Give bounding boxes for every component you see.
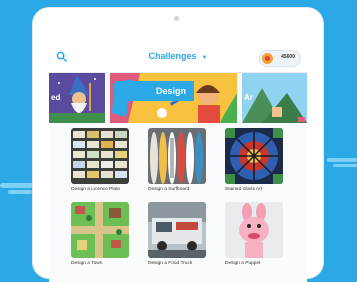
challenge-title: Design a Licence Plate bbox=[71, 187, 121, 192]
coin-count: 45600 bbox=[281, 54, 295, 60]
featured-carousel: ed Design Ar bbox=[49, 73, 307, 123]
top-bar: Challenges ▼ 45600 bbox=[49, 42, 307, 73]
carousel-slide-left[interactable]: ed bbox=[49, 73, 105, 123]
challenge-title: Design a Food Truck bbox=[148, 261, 193, 266]
background-cloud bbox=[333, 164, 357, 167]
challenge-card[interactable]: Design a Surfboard bbox=[148, 128, 206, 200]
town-thumbnail bbox=[71, 202, 129, 258]
coin-balance[interactable]: 45600 bbox=[259, 50, 301, 67]
puppet-thumbnail bbox=[225, 202, 283, 258]
app-screen: Challenges ▼ 45600 ed Design Ar Design a… bbox=[49, 42, 307, 282]
challenge-title: Design a Surfboard bbox=[148, 187, 190, 192]
carousel-design-label: Design bbox=[116, 81, 195, 101]
challenge-card[interactable]: Design a Licence Plate bbox=[71, 128, 129, 200]
challenge-card[interactable]: Design a Town bbox=[71, 202, 129, 274]
background-cloud bbox=[327, 158, 357, 162]
tablet-frame: Challenges ▼ 45600 ed Design Ar Design a… bbox=[33, 8, 323, 282]
background-cloud bbox=[8, 190, 32, 194]
avatar bbox=[262, 53, 273, 64]
licence-plate-thumbnail bbox=[71, 128, 129, 184]
surfboard-thumbnail bbox=[148, 128, 206, 184]
food-truck-thumbnail bbox=[148, 202, 206, 258]
carousel-right-label: Ar bbox=[244, 93, 253, 102]
challenge-card[interactable]: Design a Food Truck bbox=[148, 202, 206, 274]
challenge-title: Design a Town bbox=[71, 261, 103, 266]
background-cloud bbox=[0, 183, 34, 188]
carousel-slide-right[interactable]: Ar bbox=[242, 73, 307, 123]
stained-glass-thumbnail bbox=[225, 128, 283, 184]
camera-dot bbox=[174, 16, 179, 21]
page-title: Challenges bbox=[148, 51, 197, 61]
carousel-left-label: ed bbox=[51, 93, 61, 102]
challenge-card[interactable]: Stained Glass Art bbox=[225, 128, 283, 200]
challenge-title: Stained Glass Art bbox=[225, 187, 263, 192]
challenge-card[interactable]: Design a Puppet bbox=[225, 202, 283, 274]
challenge-title: Design a Puppet bbox=[225, 261, 261, 266]
carousel-slide-design[interactable]: Design bbox=[110, 73, 237, 123]
chevron-down-icon: ▼ bbox=[201, 55, 208, 61]
